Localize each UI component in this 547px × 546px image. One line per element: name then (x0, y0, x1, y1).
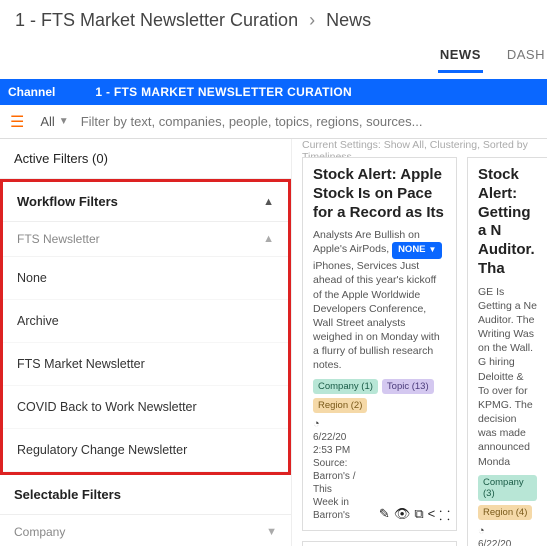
more-icon[interactable]: ⸬ (439, 506, 450, 524)
active-filters-label: Active Filters (0) (14, 151, 108, 166)
sidebar-item-fts-market[interactable]: FTS Market Newsletter (3, 343, 288, 386)
card-tags: Company (3) Region (4) (478, 475, 537, 520)
workflow-filters-box: Workflow Filters ▲ FTS Newsletter ▲ None… (0, 179, 291, 475)
all-label: All (40, 114, 54, 129)
card-column-1: Stock Alert: Apple Stock Is on Pace for … (302, 157, 457, 546)
tabs: NEWS DASH (0, 37, 547, 73)
tag-company[interactable]: Company (1) (313, 379, 378, 394)
card-column-2: Stock Alert: Getting a N Auditor. Tha GE… (467, 157, 547, 546)
sidebar-item-regulatory[interactable]: Regulatory Change Newsletter (3, 429, 288, 472)
news-card[interactable]: Stock Alert: Apple Stock Is on Pace for … (302, 157, 457, 531)
news-card[interactable]: Refinitiv-LSE Deal Faces EU Antitrust Pr… (302, 541, 457, 546)
tab-dash[interactable]: DASH (505, 41, 547, 73)
caret-down-icon: ▼ (429, 245, 437, 256)
filter-icon[interactable]: ☰ (10, 112, 24, 132)
selectable-filters-header[interactable]: Selectable Filters (0, 475, 291, 515)
fts-newsletter-header[interactable]: FTS Newsletter ▲ (3, 222, 288, 257)
news-card[interactable]: Stock Alert: Getting a N Auditor. Tha GE… (467, 157, 547, 546)
filter-bar: ☰ All ▼ (0, 105, 547, 139)
tag-region[interactable]: Region (2) (313, 398, 367, 413)
caret-down-icon: ▼ (59, 116, 69, 127)
card-action-icons: ✎ 👁 ⧉ < ⸬ (379, 506, 450, 524)
sidebar-item-archive[interactable]: Archive (3, 300, 288, 343)
search-input[interactable] (81, 114, 537, 129)
active-filters-header[interactable]: Active Filters (0) (0, 139, 291, 179)
sidebar-item-none[interactable]: None (3, 257, 288, 300)
clock-icon: ◔ (478, 525, 485, 537)
breadcrumb: 1 - FTS Market Newsletter Curation › New… (0, 0, 547, 37)
caret-up-icon: ▲ (263, 233, 274, 245)
card-summary: GE Is Getting a Ne Auditor. The Writing … (478, 285, 537, 469)
content-area: Current Settings: Show All, Clustering, … (292, 139, 547, 546)
selectable-filters-label: Selectable Filters (14, 487, 121, 502)
card-summary-2: iPhones, Services Just ahead of this yea… (313, 259, 446, 372)
card-summary: Analysts Are Bullish on Apple's AirPods,… (313, 228, 446, 259)
tab-news[interactable]: NEWS (438, 41, 483, 73)
channel-name[interactable]: 1 - FTS MARKET NEWSLETTER CURATION (95, 85, 352, 99)
filter-company[interactable]: Company ▼ (0, 515, 291, 546)
sidebar: Active Filters (0) Workflow Filters ▲ FT… (0, 139, 292, 546)
none-badge[interactable]: NONE▼ (392, 242, 442, 259)
channel-bar: Channel 1 - FTS MARKET NEWSLETTER CURATI… (0, 79, 547, 105)
sidebar-item-covid[interactable]: COVID Back to Work Newsletter (3, 386, 288, 429)
card-title: Stock Alert: Getting a N Auditor. Tha (478, 166, 537, 279)
tag-topic[interactable]: Topic (13) (382, 379, 434, 394)
card-tags: Company (1) Topic (13) Region (2) (313, 379, 446, 413)
card-title: Stock Alert: Apple Stock Is on Pace for … (313, 166, 446, 222)
clock-icon: ◔ (313, 418, 320, 430)
all-dropdown[interactable]: All ▼ (40, 114, 68, 129)
fts-newsletter-label: FTS Newsletter (17, 232, 100, 246)
tag-region[interactable]: Region (4) (478, 505, 532, 520)
edit-icon[interactable]: ✎ (379, 506, 390, 524)
chevron-right-icon: › (309, 10, 315, 30)
workflow-filters-header[interactable]: Workflow Filters ▲ (3, 182, 288, 222)
copy-icon[interactable]: ⧉ (414, 506, 423, 524)
caret-up-icon: ▲ (263, 196, 274, 208)
workflow-filters-label: Workflow Filters (17, 194, 118, 209)
breadcrumb-title[interactable]: 1 - FTS Market Newsletter Curation (15, 10, 298, 30)
card-meta: ◔ 6/22/20 2:53 PM Source: Barron's / Thi… (478, 524, 537, 546)
share-icon[interactable]: < (428, 506, 436, 524)
breadcrumb-current: News (326, 10, 371, 30)
tag-company[interactable]: Company (3) (478, 475, 537, 501)
caret-down-icon: ▼ (266, 526, 277, 538)
hide-icon[interactable]: 👁 (394, 506, 411, 524)
channel-label: Channel (8, 85, 55, 99)
filter-company-label: Company (14, 525, 65, 539)
